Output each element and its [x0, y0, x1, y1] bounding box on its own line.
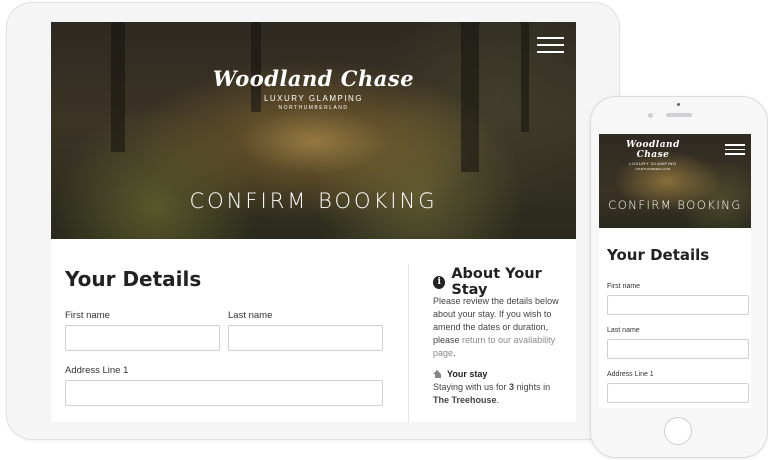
tree-silhouette [521, 22, 529, 132]
first-name-field[interactable] [65, 325, 220, 351]
phone-sensor [677, 103, 680, 106]
brand-logo: Woodland Chase LUXURY GLAMPING NORTHUMBE… [211, 66, 416, 111]
intro-end: . [453, 348, 456, 358]
last-name-label: Last name [228, 310, 273, 321]
house-icon [433, 370, 442, 378]
info-circle-icon: i [433, 275, 446, 289]
hero-banner: Woodland Chase LUXURY GLAMPING NORTHUMBE… [51, 22, 576, 239]
brand-logo: Woodland Chase LUXURY GLAMPING NORTHUMBE… [613, 140, 693, 171]
address-line-1-field[interactable] [65, 380, 383, 406]
stay-property: The Treehouse [433, 395, 497, 405]
tablet-screen: Woodland Chase LUXURY GLAMPING NORTHUMBE… [51, 22, 576, 422]
phone-hero-banner: Woodland Chase LUXURY GLAMPING NORTHUMBE… [599, 134, 751, 228]
logo-tagline: LUXURY GLAMPING [263, 94, 364, 103]
phone-device: Woodland Chase LUXURY GLAMPING NORTHUMBE… [590, 96, 768, 458]
about-stay-intro: Please review the details below about yo… [433, 295, 561, 360]
address-line-1-label: Address Line 1 [65, 365, 129, 376]
phone-camera [648, 113, 653, 118]
tree-silhouette [461, 22, 479, 172]
logo-wordmark: Woodland Chase [626, 140, 680, 160]
hamburger-menu-icon[interactable] [537, 37, 564, 53]
hamburger-menu-icon[interactable] [725, 144, 745, 155]
your-stay-heading: Your stay [433, 369, 487, 379]
last-name-field[interactable] [607, 339, 749, 359]
home-button[interactable] [664, 417, 692, 445]
form-heading: Your Details [65, 267, 202, 291]
form-heading: Your Details [607, 246, 710, 264]
stay-prefix: Staying with us for [433, 382, 510, 392]
address-line-1-field[interactable] [607, 383, 749, 403]
logo-wordmark: Woodland Chase [212, 66, 415, 91]
column-divider [408, 264, 409, 422]
tree-silhouette [111, 22, 125, 152]
logo-tagline: LUXURY GLAMPING [629, 161, 677, 166]
stay-suffix: . [496, 395, 500, 405]
tablet-device: Woodland Chase LUXURY GLAMPING NORTHUMBE… [6, 2, 620, 440]
your-stay-label: Your stay [447, 369, 488, 379]
last-name-field[interactable] [228, 325, 383, 351]
about-stay-heading: i About Your Stay [433, 266, 576, 298]
address-line-1-label: Address Line 1 [607, 371, 654, 378]
booking-content: Your Details First name Last name Addres… [51, 239, 576, 422]
last-name-label: Last name [607, 327, 640, 334]
phone-screen: Woodland Chase LUXURY GLAMPING NORTHUMBE… [599, 134, 751, 408]
page-title: CONFIRM BOOKING [608, 198, 742, 212]
stay-summary: Staying with us for 3 nights in The Tree… [433, 381, 568, 407]
page-title: CONFIRM BOOKING [189, 189, 438, 213]
first-name-label: First name [607, 283, 641, 290]
about-stay-title: About Your Stay [451, 266, 542, 298]
stay-mid: nights in [514, 382, 551, 392]
logo-location: NORTHUMBERLAND [278, 105, 349, 111]
phone-speaker [666, 113, 692, 117]
first-name-label: First name [65, 310, 110, 321]
logo-location: NORTHUMBERLAND [635, 167, 671, 171]
first-name-field[interactable] [607, 295, 749, 315]
